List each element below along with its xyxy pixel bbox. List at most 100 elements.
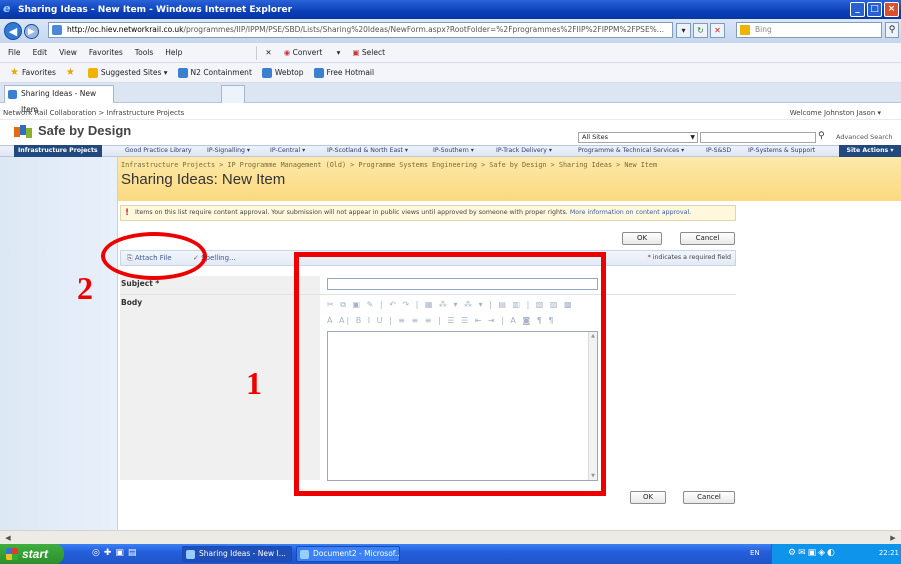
search-placeholder: Bing: [755, 25, 772, 34]
breadcrumb[interactable]: Infrastructure Projects > IP Programme M…: [121, 161, 657, 169]
favorites-bar: ★ Favorites ★ Suggested Sites ▾ N2 Conta…: [0, 63, 901, 83]
ie-page-icon: [313, 67, 324, 78]
window-titlebar: e Sharing Ideas - New Item - Windows Int…: [0, 0, 901, 19]
address-input[interactable]: http://oc.hiev.networkrail.co.uk/program…: [48, 22, 673, 38]
menu-tools[interactable]: Tools: [135, 48, 153, 57]
advanced-search-link[interactable]: Advanced Search: [836, 133, 893, 141]
menu-edit[interactable]: Edit: [33, 48, 48, 57]
required-mark: *: [647, 254, 651, 261]
taskbar-item-label: Document2 - Microsof...: [313, 549, 400, 558]
ok-button-top[interactable]: OK: [622, 232, 662, 245]
favorite-suggested-sites[interactable]: Suggested Sites ▾: [87, 67, 168, 78]
clock: 22:21: [878, 549, 899, 557]
tab-bar: Sharing Ideas - New Item: [0, 83, 901, 114]
menu-file[interactable]: File: [8, 48, 21, 57]
close-toolbar-icon[interactable]: ✕: [265, 48, 271, 57]
nav-infrastructure-projects[interactable]: Infrastructure Projects: [14, 145, 102, 157]
search-scope-select[interactable]: All Sites ▼: [578, 132, 698, 143]
search-input[interactable]: Bing: [736, 22, 882, 38]
refresh-icon[interactable]: ↻: [693, 23, 708, 38]
nav-ip-systems-support[interactable]: IP-Systems & Support: [748, 147, 815, 154]
forward-button[interactable]: ▶: [24, 23, 39, 39]
cancel-button-bottom[interactable]: Cancel: [683, 491, 735, 504]
global-breadcrumb: Network Rail Collaboration > Infrastruct…: [0, 106, 901, 120]
nav-ip-scotland[interactable]: IP-Scotland & North East ▾: [327, 147, 408, 154]
annotation-rectangle: [294, 252, 606, 496]
nav-ip-track-delivery[interactable]: IP-Track Delivery ▾: [496, 147, 552, 154]
label-column: [120, 276, 320, 480]
add-favorite-icon[interactable]: ★: [66, 67, 78, 78]
quick-launch-icons[interactable]: ◎✚▣▤: [92, 548, 140, 558]
language-indicator[interactable]: EN: [750, 549, 760, 557]
maximize-button[interactable]: □: [867, 2, 882, 17]
nav-ip-southern[interactable]: IP-Southern ▾: [433, 147, 474, 154]
favorite-label: Suggested Sites ▾: [100, 68, 168, 77]
tab-sharing-ideas[interactable]: Sharing Ideas - New Item: [4, 85, 114, 114]
search-icon[interactable]: ⚲: [885, 22, 899, 38]
nav-ip-signalling[interactable]: IP-Signalling ▾: [207, 147, 250, 154]
site-logo-icon: [14, 125, 32, 139]
sharepoint-tab-icon: [8, 90, 17, 99]
favorite-n2-containment[interactable]: N2 Containment: [177, 67, 252, 78]
start-button[interactable]: start: [0, 544, 64, 564]
convert-button[interactable]: ◉ Convert ▾: [284, 48, 341, 57]
ie-page-icon: [177, 67, 188, 78]
url-host: http://oc.hiev.networkrail.co.uk: [67, 25, 184, 34]
nav-good-practice-library[interactable]: Good Practice Library: [125, 147, 192, 154]
horizontal-scrollbar[interactable]: ◀ ▶: [0, 530, 901, 544]
taskbar: start ◎✚▣▤ Sharing Ideas - New I... Docu…: [0, 544, 901, 564]
welcome-menu[interactable]: Welcome Johnston Jason ▾: [790, 106, 881, 120]
nav-ip-ssd[interactable]: IP-S&SD: [706, 147, 731, 154]
taskbar-item-word[interactable]: Document2 - Microsof...: [296, 546, 400, 562]
scroll-right-icon[interactable]: ▶: [887, 532, 899, 544]
annotation-number-2: 2: [77, 270, 93, 306]
select-label: Select: [361, 48, 386, 57]
address-toolbar: ◀ ▶ http://oc.hiev.networkrail.co.uk/pro…: [0, 19, 901, 43]
body-label: Body: [121, 298, 143, 307]
annotation-number-1: 1: [246, 365, 262, 401]
search-scope-value: All Sites: [582, 133, 608, 141]
cancel-button-top[interactable]: Cancel: [680, 232, 735, 245]
tray-icons[interactable]: ⚙✉▣◈◐: [788, 548, 837, 558]
favorite-webtop[interactable]: Webtop: [261, 67, 304, 78]
top-navigation: Infrastructure Projects Good Practice Li…: [0, 145, 901, 157]
window-title: Sharing Ideas - New Item - Windows Inter…: [18, 4, 293, 15]
subject-label: Subject *: [121, 279, 160, 288]
pdf-select-icon: ▣: [352, 48, 360, 57]
start-label: start: [22, 547, 49, 561]
close-button[interactable]: ×: [884, 2, 899, 17]
approval-info-link[interactable]: More information on content approval.: [570, 209, 691, 216]
bing-icon: [740, 25, 750, 35]
stop-icon[interactable]: ✕: [710, 23, 725, 38]
minimize-button[interactable]: _: [850, 2, 865, 17]
quick-launch-panel: [0, 157, 118, 530]
screen: e Sharing Ideas - New Item - Windows Int…: [0, 0, 901, 564]
site-title[interactable]: Safe by Design: [38, 123, 131, 138]
menu-favorites[interactable]: Favorites: [89, 48, 123, 57]
windows-logo-icon: [6, 548, 18, 560]
site-search-icon[interactable]: ⚲: [818, 131, 830, 143]
ok-button-bottom[interactable]: OK: [630, 491, 666, 504]
nav-ip-central[interactable]: IP-Central ▾: [270, 147, 305, 154]
ie-logo-icon: e: [3, 2, 11, 15]
site-actions-menu[interactable]: Site Actions ▾: [839, 145, 901, 157]
favorite-free-hotmail[interactable]: Free Hotmail: [313, 67, 374, 78]
menu-view[interactable]: View: [59, 48, 77, 57]
scroll-left-icon[interactable]: ◀: [2, 532, 14, 544]
window-controls: _ □ ×: [850, 2, 899, 17]
global-breadcrumb-text[interactable]: Network Rail Collaboration > Infrastruct…: [3, 109, 184, 117]
address-dropdown-button[interactable]: ▾: [676, 23, 691, 38]
pdf-convert-icon: ◉: [283, 48, 291, 57]
required-note-text: indicates a required field: [652, 254, 731, 261]
nav-programme-technical[interactable]: Programme & Technical Services ▾: [578, 147, 684, 154]
site-search-input[interactable]: [700, 132, 816, 143]
approval-notice: ! Items on this list require content app…: [120, 205, 736, 221]
favorites-star-icon: ★: [10, 67, 19, 78]
menu-help[interactable]: Help: [165, 48, 182, 57]
select-button[interactable]: ▣ Select: [352, 48, 397, 57]
favorites-button[interactable]: ★ Favorites: [10, 67, 56, 78]
back-button[interactable]: ◀: [4, 22, 22, 40]
favorites-label: Favorites: [21, 68, 56, 77]
taskbar-item-ie[interactable]: Sharing Ideas - New I...: [182, 546, 292, 562]
new-tab-button[interactable]: [221, 85, 245, 103]
